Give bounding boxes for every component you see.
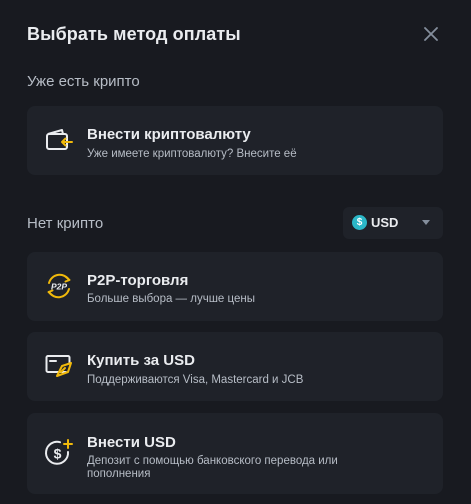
deposit-crypto-subtitle: Уже имеете криптовалюту? Внесите её xyxy=(87,148,297,160)
currency-code: USD xyxy=(371,215,399,230)
dollar-deposit-icon: $ xyxy=(44,438,74,468)
card-buy-icon xyxy=(44,351,74,381)
buy-usd-subtitle: Поддерживаются Visa, Mastercard и JCB xyxy=(87,374,304,386)
payment-method-modal: Выбрать метод оплаты Уже есть крипто Вне… xyxy=(0,0,471,504)
p2p-trading-card[interactable]: P2P P2P-торговля Больше выбора — лучше ц… xyxy=(27,252,443,321)
wallet-deposit-icon xyxy=(44,125,74,155)
svg-text:P2P: P2P xyxy=(51,282,67,292)
close-icon xyxy=(424,27,438,41)
usd-coin-icon: $ xyxy=(352,215,367,230)
deposit-crypto-title: Внести криптовалюту xyxy=(87,126,251,143)
close-button[interactable] xyxy=(420,23,442,45)
deposit-crypto-card[interactable]: Внести криптовалюту Уже имеете криптовал… xyxy=(27,106,443,175)
deposit-usd-title: Внести USD xyxy=(87,434,176,451)
currency-select[interactable]: $ USD xyxy=(343,207,443,239)
p2p-icon: P2P xyxy=(44,271,74,301)
deposit-usd-card[interactable]: $ Внести USD Депозит с помощью банковско… xyxy=(27,413,443,494)
buy-usd-title: Купить за USD xyxy=(87,352,195,369)
svg-text:$: $ xyxy=(54,446,62,462)
deposit-usd-subtitle: Депозит с помощью банковского перевода и… xyxy=(87,455,338,480)
p2p-trading-title: P2P-торговля xyxy=(87,272,189,289)
section-label-has-crypto: Уже есть крипто xyxy=(27,73,140,90)
buy-usd-card[interactable]: Купить за USD Поддерживаются Visa, Maste… xyxy=(27,332,443,401)
modal-title: Выбрать метод оплаты xyxy=(27,24,241,44)
p2p-trading-subtitle: Больше выбора — лучше цены xyxy=(87,293,255,305)
section-label-no-crypto: Нет крипто xyxy=(27,215,104,232)
chevron-down-icon xyxy=(422,220,430,225)
